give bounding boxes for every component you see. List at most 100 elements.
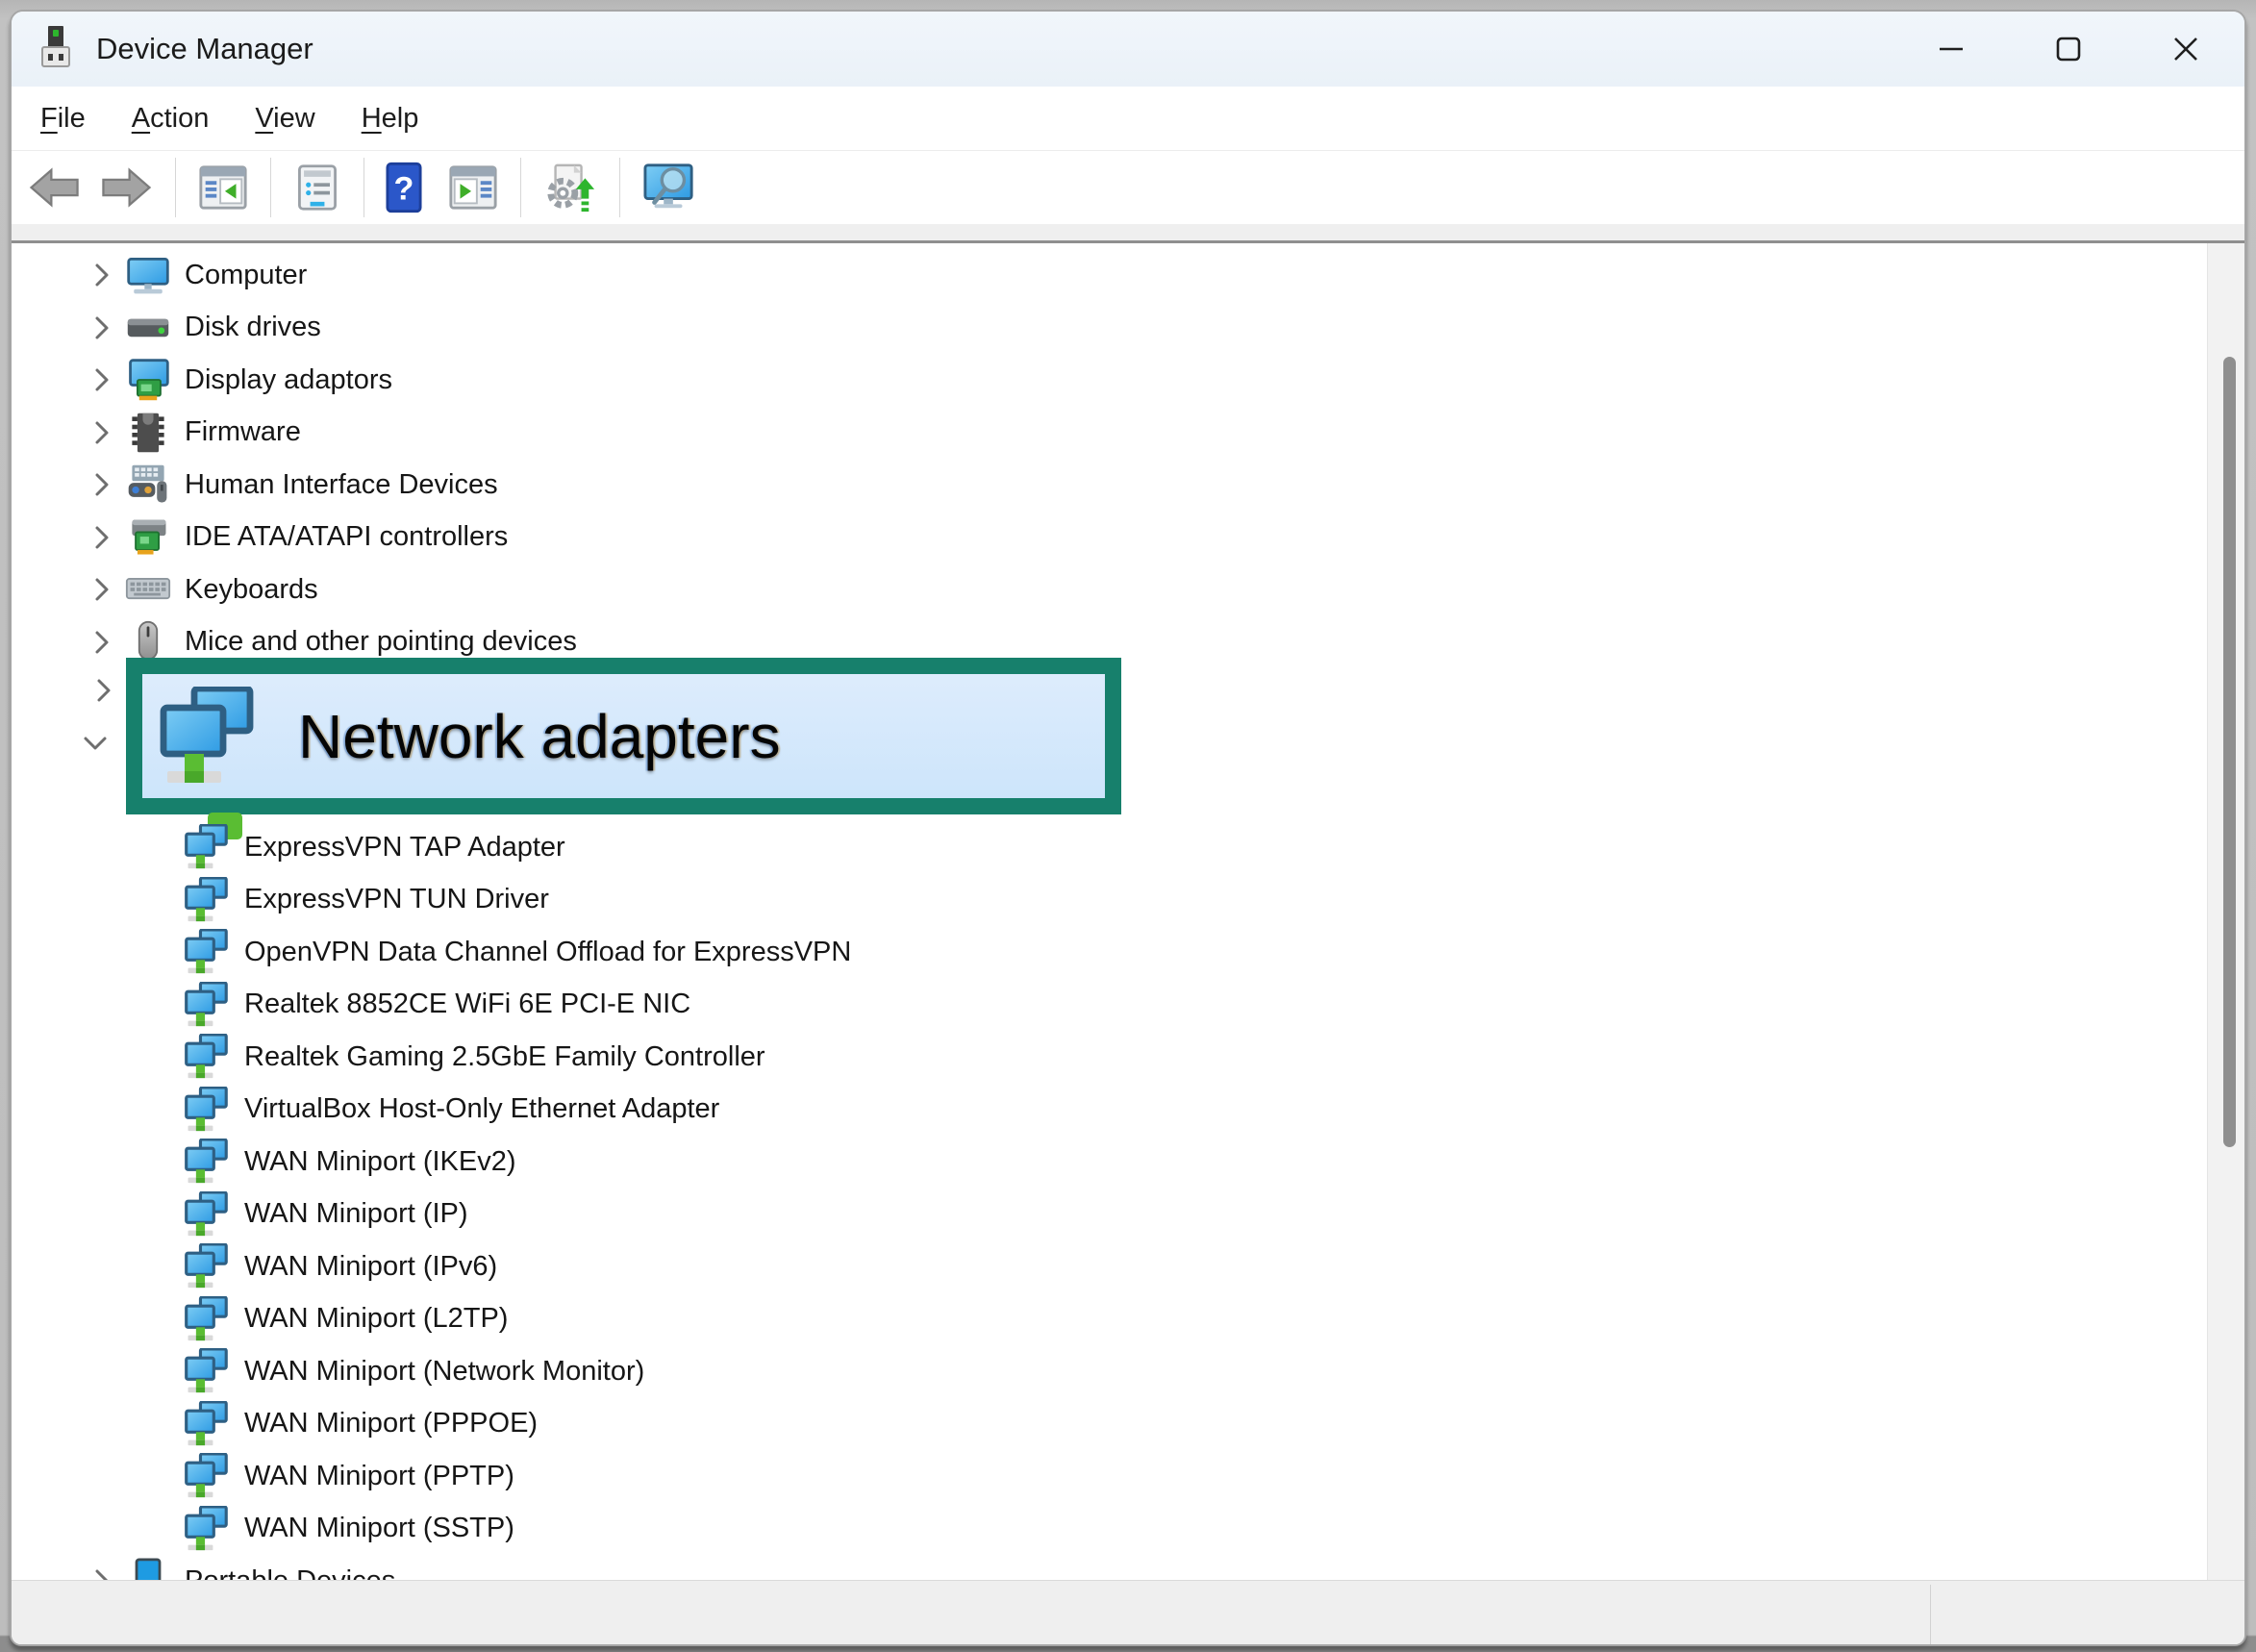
tree-item-ide-controllers[interactable]: IDE ATA/ATAPI controllers xyxy=(12,512,2206,564)
tree-item-label: Computer xyxy=(185,260,307,291)
menu-action-rest: ction xyxy=(150,103,209,134)
device-manager-window: Device Manager File Action View Help xyxy=(10,10,2246,1646)
menu-view[interactable]: View xyxy=(255,103,314,135)
adapter-label: Realtek 8852CE WiFi 6E PCI-E NIC xyxy=(244,989,690,1020)
tree-item-adapter[interactable]: WAN Miniport (IKEv2) xyxy=(12,1136,2206,1189)
tree-item-adapter[interactable]: Realtek Gaming 2.5GbE Family Controller xyxy=(12,1031,2206,1084)
ide-controller-icon xyxy=(125,514,171,561)
title-bar: Device Manager xyxy=(12,12,2244,87)
chevron-down-icon[interactable] xyxy=(81,732,110,760)
toolbar-gap xyxy=(12,224,2244,240)
display-adapter-icon xyxy=(125,357,171,403)
vertical-scrollbar[interactable] xyxy=(2207,243,2244,1580)
tree-item-display-adaptors[interactable]: Display adaptors xyxy=(12,354,2206,407)
chevron-right-icon[interactable] xyxy=(81,261,123,289)
scrollbar-thumb[interactable] xyxy=(2223,357,2236,1147)
keyboard-icon xyxy=(125,566,171,613)
menu-view-rest: iew xyxy=(273,103,315,134)
tree-item-label: IDE ATA/ATAPI controllers xyxy=(185,521,508,553)
tree-item-label: Portable Devices xyxy=(185,1565,395,1580)
back-icon xyxy=(27,166,83,209)
tree-item-adapter[interactable]: WAN Miniport (IPv6) xyxy=(12,1240,2206,1293)
adapter-label: WAN Miniport (PPPOE) xyxy=(244,1408,538,1439)
tree-item-human-interface-devices[interactable]: Human Interface Devices xyxy=(12,459,2206,512)
hid-icon xyxy=(125,462,171,508)
network-adapter-icon xyxy=(183,1243,229,1289)
show-console-tree-button[interactable] xyxy=(189,157,257,218)
tree-item-network-adapters-highlighted[interactable]: Network adapters xyxy=(126,658,1121,814)
tree-item-computer[interactable]: Computer xyxy=(12,249,2206,302)
tree-item-keyboards[interactable]: Keyboards xyxy=(12,563,2206,616)
status-bar xyxy=(12,1580,2244,1644)
tree-item-label: Keyboards xyxy=(185,574,318,606)
adapter-label: ExpressVPN TAP Adapter xyxy=(244,832,565,864)
properties-button[interactable] xyxy=(285,157,350,218)
tree-item-adapter[interactable]: WAN Miniport (IP) xyxy=(12,1189,2206,1241)
chevron-right-icon[interactable] xyxy=(81,418,123,447)
scan-hardware-changes-button[interactable] xyxy=(634,157,705,218)
tree-item-adapter[interactable]: WAN Miniport (PPTP) xyxy=(12,1450,2206,1503)
status-bar-separator xyxy=(1930,1585,1931,1644)
window-title: Device Manager xyxy=(96,32,313,66)
tree-item-adapter[interactable]: WAN Miniport (SSTP) xyxy=(12,1503,2206,1556)
tree-item-adapter[interactable]: OpenVPN Data Channel Offload for Express… xyxy=(12,926,2206,979)
back-button[interactable] xyxy=(19,157,90,218)
help-icon xyxy=(386,162,422,213)
chevron-right-icon[interactable] xyxy=(81,1566,123,1580)
maximize-button[interactable] xyxy=(2010,12,2127,87)
tree-item-firmware[interactable]: Firmware xyxy=(12,407,2206,460)
adapter-label: VirtualBox Host-Only Ethernet Adapter xyxy=(244,1093,719,1125)
network-adapter-icon xyxy=(183,1401,229,1447)
toolbar xyxy=(12,151,2244,224)
adapter-label: WAN Miniport (Network Monitor) xyxy=(244,1356,644,1388)
minimize-button[interactable] xyxy=(1893,12,2010,87)
adapter-label: WAN Miniport (IP) xyxy=(244,1198,468,1230)
tree-item-label: Human Interface Devices xyxy=(185,469,498,501)
chevron-right-icon[interactable] xyxy=(81,470,123,499)
chevron-right-icon[interactable] xyxy=(81,523,123,552)
menu-bar: File Action View Help xyxy=(12,87,2244,151)
chevron-right-icon[interactable] xyxy=(81,628,123,657)
toolbar-separator xyxy=(270,158,271,217)
tree-item-label: Firmware xyxy=(185,416,301,448)
chevron-right-icon[interactable] xyxy=(81,575,123,604)
network-adapter-icon xyxy=(183,929,229,975)
network-adapter-icon xyxy=(183,1453,229,1499)
network-adapter-icon xyxy=(183,1034,229,1080)
tree-item-adapter[interactable]: ExpressVPN TUN Driver xyxy=(12,874,2206,927)
menu-help-accel: H xyxy=(362,103,382,134)
chevron-right-icon[interactable] xyxy=(92,676,115,710)
adapter-label: WAN Miniport (SSTP) xyxy=(244,1513,514,1544)
menu-file[interactable]: File xyxy=(40,103,86,135)
chevron-right-icon[interactable] xyxy=(81,313,123,342)
tree-item-label: Disk drives xyxy=(185,312,321,343)
device-manager-app-icon xyxy=(35,24,77,75)
menu-action[interactable]: Action xyxy=(132,103,210,135)
menu-help[interactable]: Help xyxy=(362,103,419,135)
show-action-pane-button[interactable] xyxy=(439,157,507,218)
tree-item-adapter[interactable]: WAN Miniport (L2TP) xyxy=(12,1293,2206,1346)
window-controls xyxy=(1893,12,2244,87)
close-button[interactable] xyxy=(2127,12,2244,87)
tree-item-adapter[interactable]: VirtualBox Host-Only Ethernet Adapter xyxy=(12,1084,2206,1137)
tree-item-adapter[interactable]: ExpressVPN TAP Adapter xyxy=(12,821,2206,874)
network-adapter-children: ExpressVPN TAP Adapter ExpressVPN TUN Dr… xyxy=(12,821,2206,1580)
close-icon xyxy=(2172,36,2199,63)
menu-file-accel: F xyxy=(40,103,58,134)
tree-item-adapter[interactable]: Realtek 8852CE WiFi 6E PCI-E NIC xyxy=(12,979,2206,1032)
tree-item-adapter[interactable]: WAN Miniport (PPPOE) xyxy=(12,1398,2206,1451)
menu-action-accel: A xyxy=(132,103,150,134)
update-driver-button[interactable] xyxy=(535,157,606,218)
help-button[interactable] xyxy=(378,157,430,218)
update-driver-icon xyxy=(542,162,598,213)
network-adapter-icon xyxy=(183,1348,229,1394)
tree-item-disk-drives[interactable]: Disk drives xyxy=(12,302,2206,355)
tree-item-adapter[interactable]: WAN Miniport (Network Monitor) xyxy=(12,1345,2206,1398)
network-adapter-icon xyxy=(183,1296,229,1342)
toolbar-separator xyxy=(363,158,364,217)
menu-file-rest: ile xyxy=(58,103,86,134)
tree-item-portable-devices[interactable]: Portable Devices xyxy=(12,1555,2206,1580)
minimize-icon xyxy=(1938,36,1965,63)
chevron-right-icon[interactable] xyxy=(81,365,123,394)
forward-button[interactable] xyxy=(90,157,162,218)
